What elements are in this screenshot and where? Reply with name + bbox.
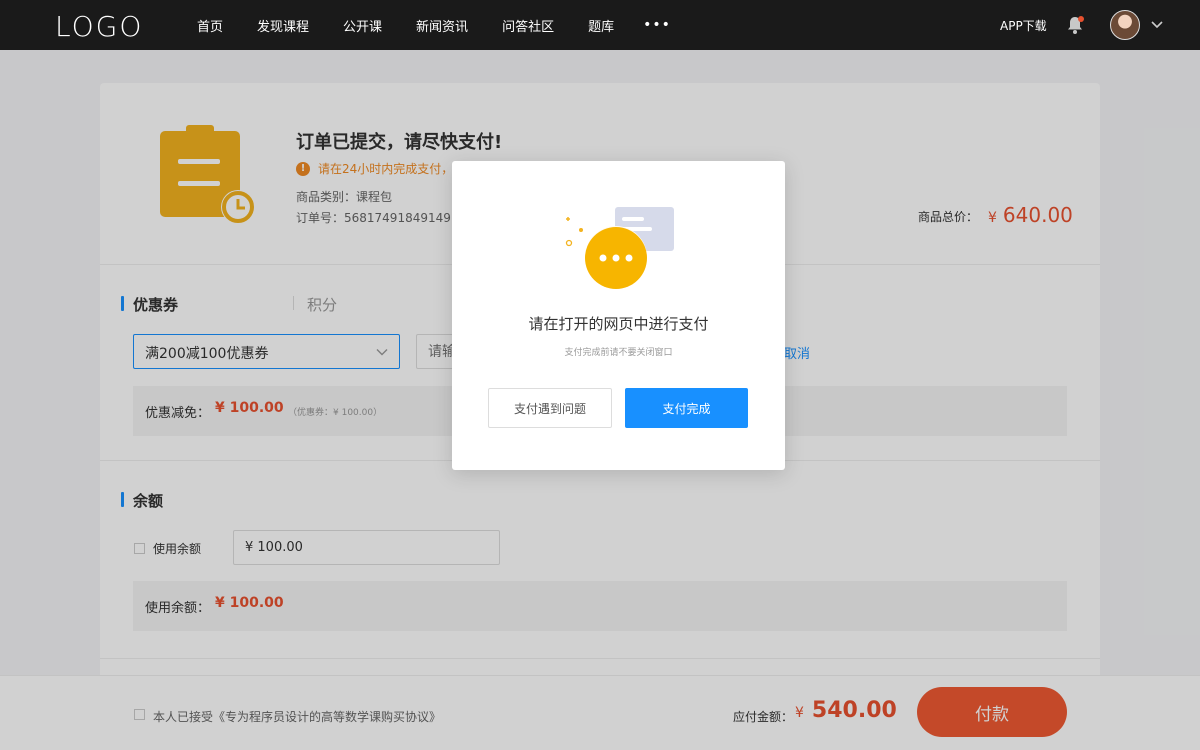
more-icon[interactable]: •••: [643, 17, 671, 33]
payment-problem-button[interactable]: 支付遇到问题: [488, 388, 612, 428]
nav-item-news[interactable]: 新闻资讯: [416, 16, 468, 35]
avatar[interactable]: [1110, 10, 1140, 40]
nav-item-discover-courses[interactable]: 发现课程: [257, 16, 309, 35]
nav-item-home[interactable]: 首页: [197, 16, 223, 35]
top-nav: LOGO 首页 发现课程 公开课 新闻资讯 问答社区 题库 ••• APP下载: [0, 0, 1200, 50]
logo[interactable]: LOGO: [55, 10, 143, 43]
payment-modal: 请在打开的网页中进行支付 支付完成前请不要关闭窗口 支付遇到问题 支付完成: [452, 161, 785, 470]
modal-subtitle: 支付完成前请不要关闭窗口: [564, 348, 673, 358]
nav-item-public-courses[interactable]: 公开课: [343, 16, 382, 35]
payment-done-button[interactable]: 支付完成: [625, 388, 748, 428]
notification-dot: [1078, 16, 1084, 22]
chevron-down-icon[interactable]: [1150, 18, 1164, 32]
modal-title: 请在打开的网页中进行支付: [528, 315, 709, 333]
payment-pending-illustration: [565, 207, 674, 289]
nav-item-qa-community[interactable]: 问答社区: [502, 16, 554, 35]
app-download-link[interactable]: APP下载: [1000, 17, 1047, 34]
nav-menu: 首页 发现课程 公开课 新闻资讯 问答社区 题库 •••: [180, 0, 671, 50]
nav-item-question-bank[interactable]: 题库: [588, 16, 614, 35]
